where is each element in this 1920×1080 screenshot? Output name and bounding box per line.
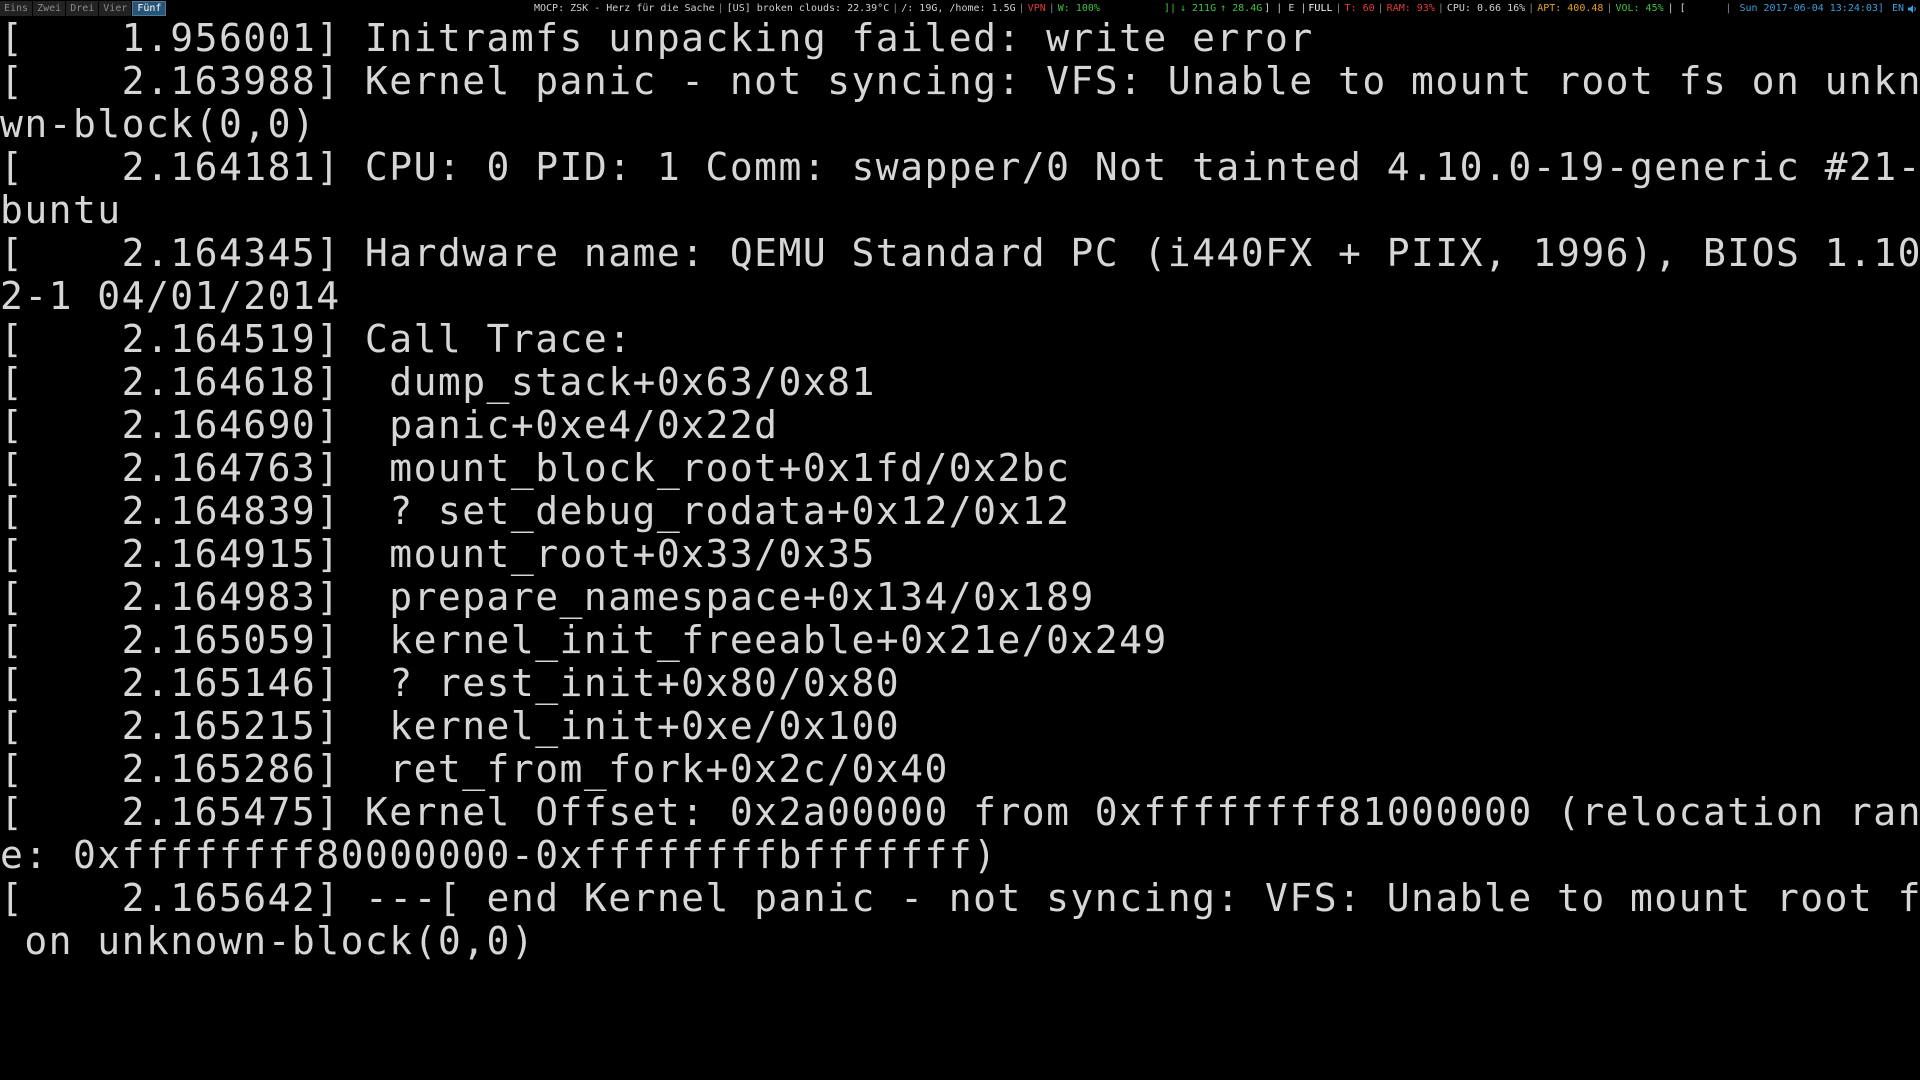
status-separator: | — [1528, 3, 1535, 14]
console-line: wn-block(0,0) — [0, 102, 317, 146]
console-line: [ 2.164763] mount_block_root+0x1fd/0x2bc — [0, 446, 1071, 490]
console-line: 2-1 04/01/2014 — [0, 274, 341, 318]
status-separator: | — [1606, 3, 1613, 14]
net-download-status: ↓ 211G — [1179, 3, 1217, 14]
net-upload-status: ↑ 28.4G — [1220, 3, 1263, 14]
wifi-status: W: 100% — [1057, 3, 1100, 14]
status-spacer — [1100, 0, 1164, 17]
console-line: [ 2.165475] Kernel Offset: 0x2a00000 fro… — [0, 790, 1920, 834]
console-line: buntu — [0, 188, 122, 232]
console-line: [ 2.164839] ? set_debug_rodata+0x12/0x12 — [0, 489, 1071, 533]
workspace-button-eins[interactable]: Eins — [0, 1, 33, 16]
vpn-status: VPN — [1027, 3, 1046, 14]
console-line: [ 2.164618] dump_stack+0x63/0x81 — [0, 360, 876, 404]
weather-status: [US] broken clouds: 22.39°C — [726, 3, 890, 14]
volume-status: VOL: 45% — [1615, 3, 1664, 14]
cpu-status: CPU: 0.66 16% — [1446, 3, 1526, 14]
workspace-button-zwei[interactable]: Zwei — [33, 1, 66, 16]
battery-separator: ] | E | — [1264, 3, 1307, 14]
disk-status: /: 19G, /home: 1.5G — [901, 3, 1016, 14]
workspace-button-funf[interactable]: Fünf — [132, 1, 167, 16]
console-line: [ 2.165146] ? rest_init+0x80/0x80 — [0, 661, 901, 705]
console-line: [ 2.165059] kernel_init_freeable+0x21e/0… — [0, 618, 1168, 662]
ram-status: RAM: 93% — [1386, 3, 1435, 14]
status-separator: | — [717, 3, 724, 14]
workspace-button-vier[interactable]: Vier — [99, 1, 132, 16]
console-line: [ 2.164915] mount_root+0x33/0x35 — [0, 532, 876, 576]
status-bar: Eins Zwei Drei Vier Fünf MOCP: ZSK - Her… — [0, 0, 1920, 17]
music-status: MOCP: ZSK - Herz für die Sache — [534, 3, 715, 14]
network-bracket: ]| — [1163, 3, 1176, 14]
status-separator: | — [1018, 3, 1025, 14]
console-line: [ 2.164983] prepare_namespace+0x134/0x18… — [0, 575, 1095, 619]
battery-status: FULL — [1308, 3, 1333, 14]
console-output: [ 1.956001] Initramfs unpacking failed: … — [0, 17, 1920, 1080]
console-line: [ 2.165642] ---[ end Kernel panic - not … — [0, 876, 1920, 920]
workspace-switcher: Eins Zwei Drei Vier Fünf — [0, 0, 167, 17]
console-line: [ 2.164690] panic+0xe4/0x22d — [0, 403, 779, 447]
status-separator: | — [1335, 3, 1342, 14]
keyboard-layout-status[interactable]: EN — [1884, 0, 1904, 17]
screen: Eins Zwei Drei Vier Fünf MOCP: ZSK - Her… — [0, 0, 1920, 1080]
datetime-status: Sun 2017-06-04 13:24:03] — [1739, 3, 1884, 14]
console-line: [ 2.164181] CPU: 0 PID: 1 Comm: swapper/… — [0, 145, 1920, 189]
console-line: [ 2.165215] kernel_init+0xe/0x100 — [0, 704, 901, 748]
status-separator: | — [1048, 3, 1055, 14]
console-line: [ 2.164345] Hardware name: QEMU Standard… — [0, 231, 1920, 275]
apt-status: APT: 400.48 — [1537, 3, 1604, 14]
console-line: [ 2.163988] Kernel panic - not syncing: … — [0, 59, 1920, 103]
console-line: on unknown-block(0,0) — [0, 919, 536, 963]
status-right: | Sun 2017-06-04 13:24:03] EN — [1725, 0, 1918, 17]
status-blocks: MOCP: ZSK - Herz für die Sache | [US] br… — [534, 0, 1686, 17]
console-line: e: 0xffffffff80000000-0xffffffffbfffffff… — [0, 833, 998, 877]
status-separator: | — [1377, 3, 1384, 14]
console-line: [ 2.165286] ret_from_fork+0x2c/0x40 — [0, 747, 949, 791]
volume-icon[interactable] — [1908, 4, 1918, 14]
status-separator: | [ — [1667, 3, 1686, 14]
status-separator: | — [892, 3, 899, 14]
console-line: [ 1.956001] Initramfs unpacking failed: … — [0, 17, 1314, 60]
status-separator: | — [1725, 3, 1732, 14]
workspace-button-drei[interactable]: Drei — [66, 1, 99, 16]
console-line: [ 2.164519] Call Trace: — [0, 317, 633, 361]
status-separator: | — [1437, 3, 1444, 14]
temperature-status: T: 60 — [1344, 3, 1375, 14]
